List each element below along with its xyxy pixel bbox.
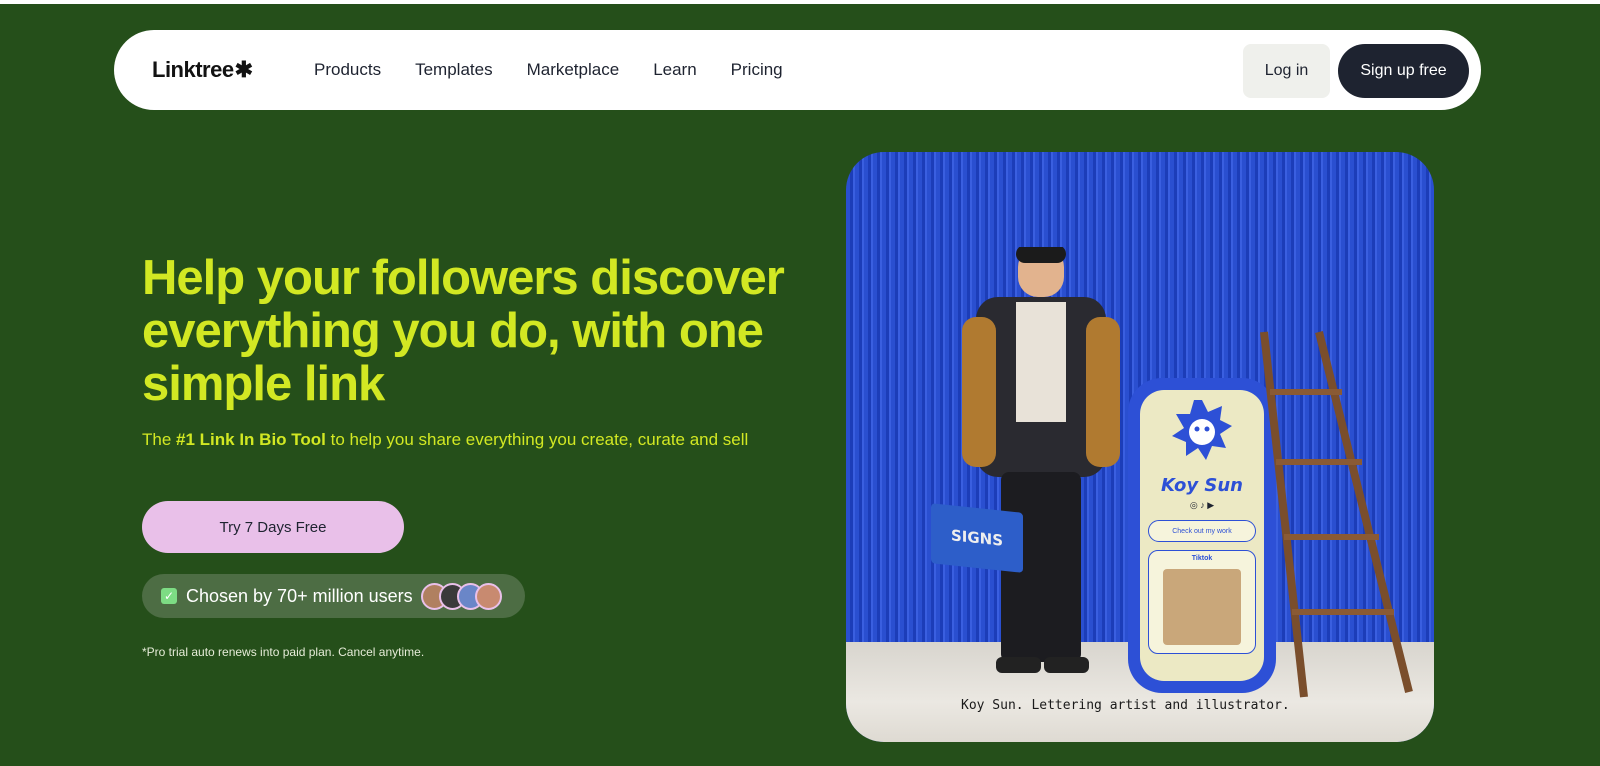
social-proof-badge: ✓ Chosen by 70+ million users — [142, 574, 525, 618]
nav-link-learn[interactable]: Learn — [653, 60, 696, 80]
hero-headline: Help your followers discover everything … — [142, 251, 785, 411]
checkmark-icon: ✓ — [161, 588, 177, 604]
nav-links: Products Templates Marketplace Learn Pri… — [314, 30, 817, 110]
hero-section: Linktree ✱ Products Templates Marketplac… — [0, 4, 1600, 766]
hero-subheading: The #1 Link In Bio Tool to help you shar… — [142, 427, 782, 453]
phone-card-title: Tiktok — [1191, 555, 1213, 562]
ladder-illustration — [1260, 331, 1413, 698]
photo-caption: Koy Sun. Lettering artist and illustrato… — [961, 698, 1290, 713]
login-button[interactable]: Log in — [1243, 44, 1330, 98]
wannabe-badge-icon — [1172, 400, 1232, 460]
signup-button[interactable]: Sign up free — [1338, 44, 1469, 98]
nav-link-templates[interactable]: Templates — [415, 60, 492, 80]
sub-prefix: The — [142, 430, 177, 449]
person-illustration — [962, 247, 1120, 673]
sub-suffix: to help you share everything you create,… — [325, 430, 749, 449]
nav-link-products[interactable]: Products — [314, 60, 381, 80]
hero-photo: SIGNS Koy Sun ◎ ♪ ▶ Check out my work Ti… — [846, 152, 1434, 742]
linktree-logo[interactable]: Linktree ✱ — [152, 57, 253, 83]
trial-footnote: *Pro trial auto renews into paid plan. C… — [142, 645, 425, 659]
sub-bold: #1 Link In Bio Tool — [176, 430, 326, 449]
user-avatars — [420, 582, 502, 610]
logo-text: Linktree — [152, 57, 234, 82]
nav-link-marketplace[interactable]: Marketplace — [527, 60, 620, 80]
phone-card-image — [1163, 569, 1241, 645]
logo-asterisk-icon: ✱ — [234, 57, 253, 82]
nav-link-pricing[interactable]: Pricing — [731, 60, 783, 80]
try-free-button[interactable]: Try 7 Days Free — [142, 501, 404, 553]
avatar — [474, 582, 502, 610]
signs-toolbox: SIGNS — [931, 503, 1023, 573]
phone-media-card: Tiktok — [1148, 550, 1256, 654]
social-proof-text: Chosen by 70+ million users — [186, 585, 413, 606]
top-nav: Linktree ✱ Products Templates Marketplac… — [114, 30, 1481, 110]
phone-link-button: Check out my work — [1148, 520, 1256, 542]
